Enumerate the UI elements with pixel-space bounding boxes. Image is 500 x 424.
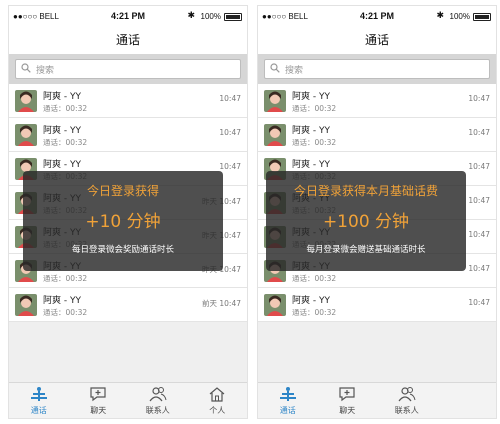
call-duration: 通话：00:32 [43,138,88,147]
login-reward-toast: 今日登录获得 +10 分钟 每日登录微会奖励通话时长 [23,171,223,271]
call-time: 10:47 [219,94,241,103]
home-icon [209,387,225,402]
battery-icon [473,13,491,21]
phone-screen-left: ●●○○○ BELL 4:21 PM ✱ 100% 通话 搜索 阿爽 - YY 通… [8,5,248,419]
page-title: 通话 [364,33,389,47]
list-item[interactable]: 阿爽 - YY 通话：00:32 前天 10:47 [9,288,247,322]
call-time: 前天 10:47 [202,299,241,308]
chat-icon [90,387,106,402]
avatar [264,90,286,112]
calls-icon [30,387,47,401]
tab-contacts[interactable]: 联系人 [377,383,437,418]
toast-title: 今日登录获得本月基础话费 [293,184,438,198]
search-icon [21,63,31,73]
call-time: 10:47 [468,128,490,137]
tab-label: 通话 [279,406,296,415]
list-item[interactable]: 阿爽 - YY 通话：00:32 10:47 [258,84,496,118]
avatar [15,90,37,112]
battery-percent: 100% [449,12,470,21]
call-duration: 通话：00:32 [43,104,88,113]
avatar [264,294,286,316]
toast-description: 每月登录微会赠送基础通话时长 [306,245,426,255]
contacts-icon [398,387,416,402]
contact-name: 阿爽 - YY [292,92,330,102]
tab-label: 联系人 [145,406,170,415]
tab-bar: 通话 聊天 联系人 [258,382,496,418]
tab-profile[interactable]: 个人 [188,383,248,418]
tab-chat[interactable]: 聊天 [69,383,129,418]
status-bar: ●●○○○ BELL 4:21 PM ✱ 100% [9,6,247,26]
search-input[interactable]: 搜索 [15,59,241,79]
toast-title: 今日登录获得 [86,184,159,198]
contact-name: 阿爽 - YY [43,126,81,136]
tab-bar: 通话 聊天 联系人 个人 [9,382,247,418]
contact-name: 阿爽 - YY [43,160,81,170]
empty-list-area [9,322,247,384]
tab-label: 联系人 [394,406,419,415]
call-time: 10:47 [468,196,490,205]
contact-name: 阿爽 - YY [43,296,81,306]
call-time: 10:47 [468,94,490,103]
avatar [15,124,37,146]
call-time: 10:47 [468,230,490,239]
list-item[interactable]: 阿爽 - YY 通话：00:32 10:47 [258,288,496,322]
call-time: 10:47 [468,162,490,171]
call-time: 10:47 [468,264,490,273]
list-item[interactable]: 阿爽 - YY 通话：00:32 10:47 [258,118,496,152]
page-title: 通话 [115,33,140,47]
call-duration: 通话：00:32 [292,308,337,317]
call-duration: 通话：00:32 [292,274,337,283]
tab-calls[interactable]: 通话 [9,383,69,418]
tab-calls[interactable]: 通话 [258,383,318,418]
empty-list-area [258,322,496,384]
list-item[interactable]: 阿爽 - YY 通话：00:32 10:47 [9,84,247,118]
list-item[interactable]: 阿爽 - YY 通话：00:32 10:47 [9,118,247,152]
contact-name: 阿爽 - YY [292,160,330,170]
bluetooth-icon: ✱ [187,11,195,21]
tab-contacts[interactable]: 联系人 [128,383,188,418]
avatar [264,124,286,146]
calls-icon [279,387,296,401]
avatar [15,294,37,316]
toast-description: 每日登录微会奖励通话时长 [71,245,174,255]
chat-icon [339,387,355,402]
search-bar: 搜索 [258,54,496,84]
tab-label: 聊天 [90,406,107,415]
tab-label: 通话 [30,406,47,415]
search-icon [270,63,280,73]
tab-chat[interactable]: 聊天 [318,383,378,418]
contact-name: 阿爽 - YY [43,92,81,102]
contact-name: 阿爽 - YY [292,126,330,136]
toast-amount: +10 分钟 [85,212,161,232]
battery-icon [224,13,242,21]
call-duration: 通话：00:32 [292,104,337,113]
battery-percent: 100% [200,12,221,21]
call-duration: 通话：00:32 [43,274,88,283]
call-duration: 通话：00:32 [43,308,88,317]
search-input[interactable]: 搜索 [264,59,490,79]
login-reward-toast: 今日登录获得本月基础话费 +100 分钟 每月登录微会赠送基础通话时长 [266,171,466,271]
search-bar: 搜索 [9,54,247,84]
tab-label: 个人 [209,406,226,415]
contact-name: 阿爽 - YY [292,296,330,306]
phone-screen-right: ●●○○○ BELL 4:21 PM ✱ 100% 通话 搜索 阿爽 - YY 通… [257,5,497,419]
search-placeholder: 搜索 [285,66,304,76]
bluetooth-icon: ✱ [436,11,444,21]
tab-empty [437,383,497,418]
call-time: 10:47 [468,298,490,307]
contacts-icon [149,387,167,402]
call-time: 10:47 [219,128,241,137]
call-duration: 通话：00:32 [292,138,337,147]
tab-label: 聊天 [339,406,356,415]
toast-amount: +100 分钟 [322,212,410,232]
status-bar: ●●○○○ BELL 4:21 PM ✱ 100% [258,6,496,26]
search-placeholder: 搜索 [36,66,55,76]
call-time: 10:47 [219,162,241,171]
